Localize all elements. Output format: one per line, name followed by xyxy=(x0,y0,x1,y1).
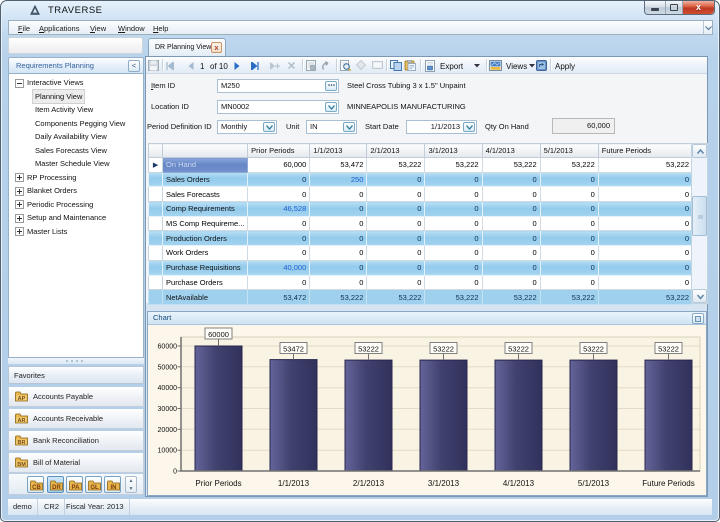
svg-text:53222: 53222 xyxy=(358,345,379,354)
svg-text:3/1/2013: 3/1/2013 xyxy=(428,479,460,488)
svg-text:40000: 40000 xyxy=(158,385,178,392)
svg-text:60000: 60000 xyxy=(208,330,229,339)
svg-text:Prior Periods: Prior Periods xyxy=(195,479,241,488)
svg-text:DR: DR xyxy=(52,485,61,491)
svg-text:60000: 60000 xyxy=(158,344,178,351)
svg-text:4/1/2013: 4/1/2013 xyxy=(503,479,535,488)
svg-text:1/1/2013: 1/1/2013 xyxy=(278,479,310,488)
svg-text:CB: CB xyxy=(32,485,41,491)
svg-text:GL: GL xyxy=(90,485,99,491)
svg-text:AP: AP xyxy=(18,396,26,402)
svg-text:30000: 30000 xyxy=(158,406,178,413)
svg-text:53222: 53222 xyxy=(433,345,454,354)
svg-text:53222: 53222 xyxy=(658,345,679,354)
svg-text:10000: 10000 xyxy=(158,448,178,455)
svg-text:BR: BR xyxy=(18,440,26,446)
svg-text:5/1/2013: 5/1/2013 xyxy=(578,479,610,488)
svg-text:0: 0 xyxy=(173,469,177,476)
svg-text:2/1/2013: 2/1/2013 xyxy=(353,479,385,488)
svg-text:BM: BM xyxy=(17,462,26,468)
svg-text:50000: 50000 xyxy=(158,364,178,371)
svg-text:53222: 53222 xyxy=(508,345,529,354)
svg-text:20000: 20000 xyxy=(158,427,178,434)
svg-text:PA: PA xyxy=(72,485,81,491)
svg-text:IN: IN xyxy=(111,485,117,491)
svg-text:53472: 53472 xyxy=(283,345,304,354)
svg-text:53222: 53222 xyxy=(583,345,604,354)
svg-text:Future Periods: Future Periods xyxy=(642,479,694,488)
svg-text:AR: AR xyxy=(18,418,26,424)
